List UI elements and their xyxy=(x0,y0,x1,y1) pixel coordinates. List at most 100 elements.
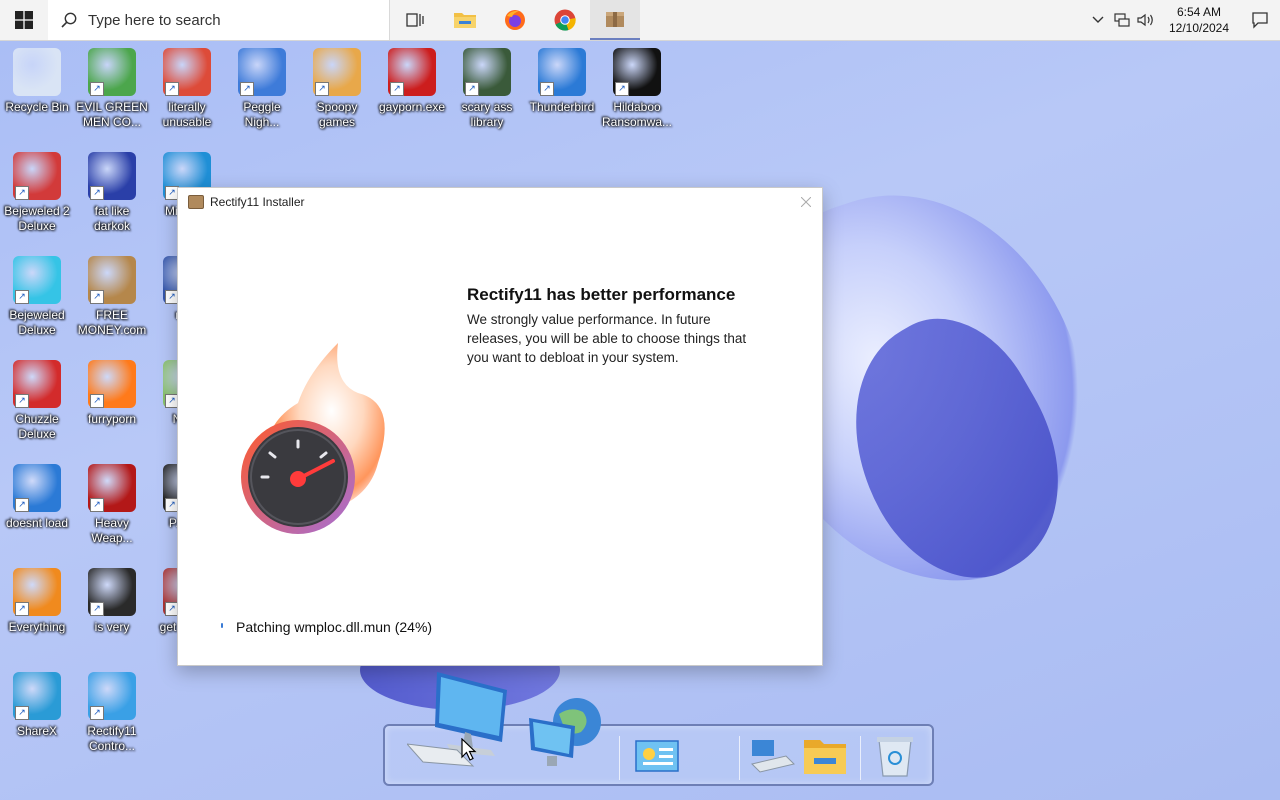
shortcut-arrow-icon: ↗ xyxy=(540,82,554,96)
dock-control-panel[interactable] xyxy=(635,740,679,777)
chevron-up-icon xyxy=(1092,16,1104,23)
money-bag-icon: ↗ xyxy=(88,256,136,304)
network-button[interactable] xyxy=(1110,0,1134,40)
shortcut-arrow-icon: ↗ xyxy=(15,602,29,616)
diamond-icon: ↗ xyxy=(13,256,61,304)
clock[interactable]: 6:54 AM 12/10/2024 xyxy=(1164,4,1234,36)
desktop-icon[interactable]: ↗ Spoopy games xyxy=(300,48,374,130)
start-button[interactable] xyxy=(0,0,48,40)
shortcut-arrow-icon: ↗ xyxy=(90,706,104,720)
desktop-icon-label: Rectify11 Contro... xyxy=(87,724,137,753)
taskbar-firefox[interactable] xyxy=(490,0,540,40)
install-status: Patching wmploc.dll.mun (24%) xyxy=(218,619,432,635)
desktop-icon-label: Chuzzle Deluxe xyxy=(15,412,59,441)
desktop-icon[interactable]: ↗ doesnt load xyxy=(0,464,74,531)
thunderbird-icon: ↗ xyxy=(13,464,61,512)
desktop-icon-label: scary ass library xyxy=(461,100,513,129)
desktop-icon-label: doesnt load xyxy=(5,516,69,530)
notification-button[interactable] xyxy=(1240,0,1280,40)
search-box[interactable]: Type here to search xyxy=(48,0,390,40)
search-icon xyxy=(61,12,77,28)
desktop-icon[interactable]: ↗ Heavy Weap... xyxy=(75,464,149,546)
desktop-icon-label: Spoopy games xyxy=(316,100,358,129)
taskbar-rectify11-installer[interactable] xyxy=(590,0,640,40)
shortcut-arrow-icon: ↗ xyxy=(15,290,29,304)
shortcut-arrow-icon: ↗ xyxy=(15,186,29,200)
close-button[interactable] xyxy=(790,188,822,216)
desktop-icon[interactable]: ↗ ShareX xyxy=(0,672,74,739)
desktop-icon[interactable]: ↗ scary ass library xyxy=(450,48,524,130)
installer-app-icon xyxy=(188,195,204,209)
network-icon xyxy=(1114,13,1130,27)
network-globe-icon xyxy=(529,698,601,766)
desktop-icon-label: is very xyxy=(94,620,130,634)
desktop-icon[interactable]: ↗ Peggle Nigh... xyxy=(225,48,299,130)
tray-overflow-button[interactable] xyxy=(1086,0,1110,40)
chrome-icon: ↗ xyxy=(163,48,211,96)
desktop-icon[interactable]: ↗ Bejeweled 2 Deluxe xyxy=(0,152,74,234)
desktop-icon[interactable]: ↗ Everything xyxy=(0,568,74,635)
desktop-icon[interactable]: ↗ FREE MONEY.com xyxy=(75,256,149,338)
desktop-icon-label: FREE MONEY.com xyxy=(77,308,147,337)
desktop-icon-label: fat like darkok xyxy=(93,204,131,233)
taskbar-chrome[interactable] xyxy=(540,0,590,40)
dock-separator xyxy=(739,736,740,780)
shortcut-arrow-icon: ↗ xyxy=(615,82,629,96)
drive-icon xyxy=(751,740,795,773)
desktop-icon-label: Everything xyxy=(8,620,66,634)
desktop-icon[interactable]: ↗ Thunderbird xyxy=(525,48,599,115)
mouse-cursor-icon xyxy=(461,738,477,761)
taskbar-file-explorer[interactable] xyxy=(440,0,490,40)
shortcut-arrow-icon: ↗ xyxy=(315,82,329,96)
task-view-button[interactable] xyxy=(390,0,440,40)
speaker-icon xyxy=(1137,13,1153,27)
notification-icon xyxy=(1252,12,1268,29)
desktop-icon-label: Bejeweled 2 Deluxe xyxy=(4,204,70,233)
volume-button[interactable] xyxy=(1134,0,1158,40)
dock-this-pc[interactable] xyxy=(750,738,796,783)
flash-icon: ↗ xyxy=(388,48,436,96)
desktop-icon[interactable]: ↗ Bejeweled Deluxe xyxy=(0,256,74,338)
green-people-icon: ↗ xyxy=(88,48,136,96)
desktop-icon-label: literally unusable xyxy=(162,100,212,129)
shortcut-arrow-icon: ↗ xyxy=(90,290,104,304)
taskbar: Type here to search 6:54 AM 12/10/2024 xyxy=(0,0,1280,41)
system-tray: 6:54 AM 12/10/2024 xyxy=(1086,0,1280,40)
mpi-icon: ↗ xyxy=(88,152,136,200)
desktop-icon[interactable]: ↗ is very xyxy=(75,568,149,635)
desktop-icon[interactable]: ↗ literally unusable xyxy=(150,48,224,130)
magnifier-icon: ↗ xyxy=(13,568,61,616)
desktop-icon[interactable]: ↗ Chuzzle Deluxe xyxy=(0,360,74,442)
desktop-icon[interactable]: ↗ Rectify11 Contro... xyxy=(75,672,149,754)
dock-network[interactable] xyxy=(525,696,605,781)
desktop-icon[interactable]: Recycle Bin xyxy=(0,48,74,115)
desktop-icon-label: Thunderbird xyxy=(529,100,595,114)
dock-file-explorer[interactable] xyxy=(802,736,848,781)
rectify-control-icon: ↗ xyxy=(88,672,136,720)
shortcut-arrow-icon: ↗ xyxy=(15,498,29,512)
title-bar: Rectify11 Installer xyxy=(178,188,822,216)
desktop-icon-label: ShareX xyxy=(16,724,58,738)
desktop-icon[interactable]: ↗ furryporn xyxy=(75,360,149,427)
speedometer-fire-illustration xyxy=(241,343,385,534)
installer-window: Rectify11 Installer Rectify11 has better… xyxy=(177,187,823,666)
bejeweled2-icon: ↗ xyxy=(13,152,61,200)
desktop-icon[interactable]: ↗ Hildaboo Ransomwa... xyxy=(600,48,674,130)
dock-recycle-bin[interactable] xyxy=(873,734,917,783)
desktop-icon[interactable]: ↗ EVIL GREEN MEN CO... xyxy=(75,48,149,130)
library-icon: ↗ xyxy=(463,48,511,96)
dock-separator xyxy=(860,736,861,780)
page-description: We strongly value performance. In future… xyxy=(467,312,747,365)
desktop-icon[interactable]: ↗ fat like darkok xyxy=(75,152,149,234)
thunderbird-icon: ↗ xyxy=(538,48,586,96)
search-placeholder: Type here to search xyxy=(88,11,221,29)
desktop-icon[interactable]: ↗ gayporn.exe xyxy=(375,48,449,115)
shortcut-arrow-icon: ↗ xyxy=(90,602,104,616)
desktop-icon-label: EVIL GREEN MEN CO... xyxy=(76,100,148,129)
folder-icon xyxy=(804,740,846,774)
spinner-icon xyxy=(221,623,223,628)
dock-separator xyxy=(619,736,620,780)
shortcut-arrow-icon: ↗ xyxy=(165,82,179,96)
desktop-icon-label: Bejeweled Deluxe xyxy=(9,308,65,337)
control-panel-icon xyxy=(635,740,679,772)
